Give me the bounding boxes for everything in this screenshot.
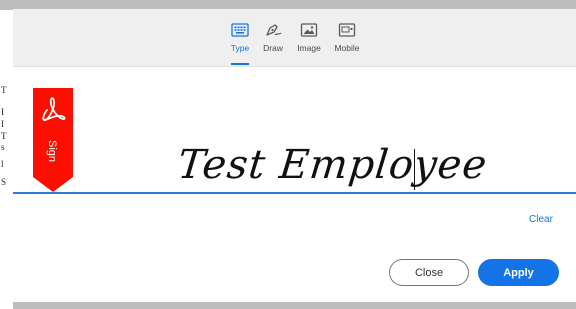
mobile-icon — [338, 23, 356, 37]
tab-label: Mobile — [334, 43, 360, 53]
document-text: l — [1, 159, 4, 169]
tab-label: Type — [230, 43, 250, 53]
sign-flag-label: Sign — [46, 140, 58, 162]
signature-baseline — [13, 192, 576, 194]
text-cursor — [414, 149, 415, 190]
sign-here-flag: Sign — [33, 88, 73, 192]
apply-button[interactable]: Apply — [478, 259, 559, 286]
close-button[interactable]: Close — [389, 259, 469, 286]
document-text: I — [1, 107, 4, 117]
document-text: S — [1, 177, 7, 187]
keyboard-icon — [231, 23, 249, 37]
signature-method-tabs: Type Draw Image Mobile — [13, 9, 576, 67]
document-text: T — [1, 85, 7, 95]
image-icon — [300, 23, 318, 37]
background-document: T I I T s l S — [0, 10, 13, 309]
document-text: T — [1, 131, 7, 141]
document-text: s — [1, 142, 5, 152]
signature-dialog: Type Draw Image Mobile Sign Test Employe… — [13, 9, 576, 302]
tab-label: Image — [297, 43, 321, 53]
tab-type[interactable]: Type — [227, 20, 253, 66]
clear-link[interactable]: Clear — [529, 214, 553, 225]
tab-label: Draw — [263, 43, 283, 53]
tab-image[interactable]: Image — [294, 20, 324, 66]
active-tab-indicator — [231, 63, 249, 65]
tab-mobile[interactable]: Mobile — [331, 20, 363, 66]
typed-signature[interactable]: Test Employee — [176, 142, 490, 188]
page-backdrop: T I I T s l S Type Draw Image Mobile Sig… — [0, 0, 576, 309]
document-text: I — [1, 119, 4, 129]
tab-draw[interactable]: Draw — [260, 20, 286, 66]
pen-icon — [266, 24, 282, 36]
